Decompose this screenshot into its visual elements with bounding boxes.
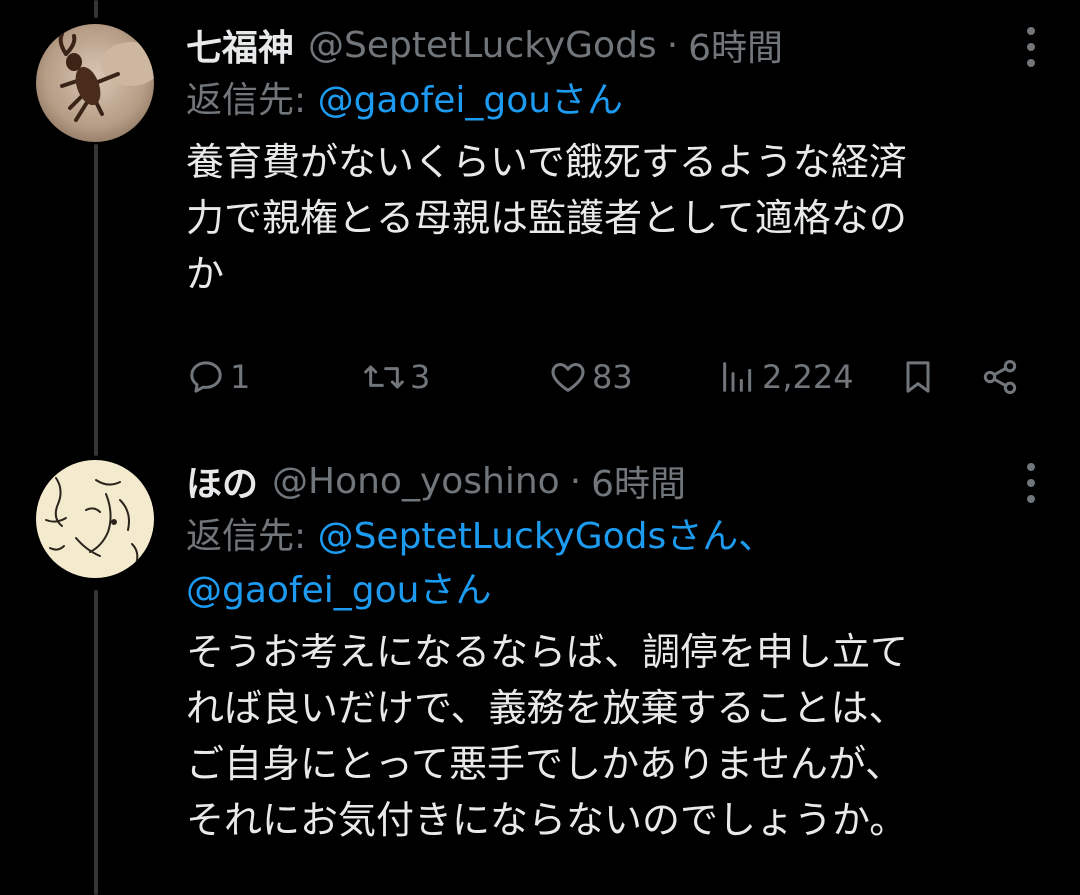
retweet-count: 3 bbox=[410, 358, 431, 396]
thread-connector-top bbox=[94, 0, 98, 18]
timestamp[interactable]: 6時間 bbox=[688, 19, 783, 71]
bookmark-button[interactable] bbox=[898, 350, 938, 404]
tweet-text: そうお考えになるならば、調停を申し立て れば良いだけで、義務を放棄することは、 … bbox=[186, 624, 1040, 848]
views-chart-icon bbox=[723, 362, 752, 392]
share-button[interactable] bbox=[980, 350, 1020, 404]
view-count: 2,224 bbox=[762, 358, 854, 396]
mention-link[interactable]: @SeptetLuckyGodsさん、 bbox=[318, 516, 775, 557]
avatar[interactable] bbox=[36, 460, 154, 578]
bookmark-icon bbox=[906, 361, 930, 393]
tweet-text-line: 養育費がないくらいで餓死するような経済 bbox=[186, 140, 907, 184]
views-button[interactable]: 2,224 bbox=[718, 350, 854, 404]
reply-to-continued: @gaofei_gouさん bbox=[186, 564, 1040, 618]
share-icon bbox=[983, 360, 1017, 394]
stag-beetle-avatar-icon bbox=[36, 24, 154, 142]
reply-to-label: 返信先: bbox=[186, 80, 318, 121]
sketch-drawing-avatar-icon bbox=[36, 460, 154, 578]
avatar[interactable] bbox=[36, 24, 154, 142]
like-count: 83 bbox=[592, 358, 633, 396]
tweet-header: 七福神 @SeptetLuckyGods · 6時間 bbox=[186, 16, 1040, 74]
tweet-text-line: か bbox=[186, 252, 225, 296]
reply-icon bbox=[190, 361, 222, 393]
thread-connector bbox=[94, 144, 98, 456]
tweet-actions: 1 3 83 2,224 bbox=[186, 350, 1040, 404]
tweet-header: ほの @Hono_yoshino · 6時間 bbox=[186, 452, 1040, 510]
tweet-text-line: 力で親権とる母親は監護者として適格なの bbox=[186, 196, 907, 240]
display-name[interactable]: ほの bbox=[186, 455, 258, 507]
reply-count: 1 bbox=[230, 358, 251, 396]
mention-link[interactable]: @gaofei_gouさん bbox=[318, 80, 623, 121]
separator: · bbox=[569, 460, 582, 502]
reply-button[interactable]: 1 bbox=[186, 350, 250, 404]
mention-link[interactable]: @gaofei_gouさん bbox=[186, 570, 491, 611]
tweet-text-line: それにお気付きにならないのでしょうか。 bbox=[186, 798, 908, 842]
tweet-text-line: ご自身にとって悪手でしかありませんが、 bbox=[186, 742, 904, 786]
display-name[interactable]: 七福神 bbox=[186, 19, 294, 71]
retweet-icon bbox=[364, 365, 404, 389]
more-dots-icon[interactable] bbox=[1024, 463, 1038, 503]
tweet-text: 養育費がないくらいで餓死するような経済 力で親権とる母親は監護者として適格なの … bbox=[186, 134, 1040, 302]
reply-to: 返信先: @gaofei_gouさん bbox=[186, 74, 1040, 128]
tweet[interactable]: ほの @Hono_yoshino · 6時間 返信先: @SeptetLucky… bbox=[186, 452, 1040, 848]
tweet-text-line: そうお考えになるならば、調停を申し立て bbox=[186, 630, 909, 674]
retweet-button[interactable]: 3 bbox=[362, 350, 430, 404]
more-dots-icon[interactable] bbox=[1024, 27, 1038, 67]
thread-connector-bottom bbox=[94, 590, 98, 895]
timestamp[interactable]: 6時間 bbox=[591, 455, 686, 507]
tweet-text-line: れば良いだけで、義務を放棄することは、 bbox=[186, 686, 907, 730]
tweet[interactable]: 七福神 @SeptetLuckyGods · 6時間 返信先: @gaofei_… bbox=[186, 16, 1040, 302]
reply-to-label: 返信先: bbox=[186, 516, 318, 557]
heart-icon bbox=[551, 363, 585, 392]
user-handle[interactable]: @SeptetLuckyGods bbox=[308, 25, 657, 66]
reply-to: 返信先: @SeptetLuckyGodsさん、 bbox=[186, 510, 1040, 564]
user-handle[interactable]: @Hono_yoshino bbox=[272, 461, 560, 502]
separator: · bbox=[666, 24, 679, 66]
like-button[interactable]: 83 bbox=[548, 350, 633, 404]
